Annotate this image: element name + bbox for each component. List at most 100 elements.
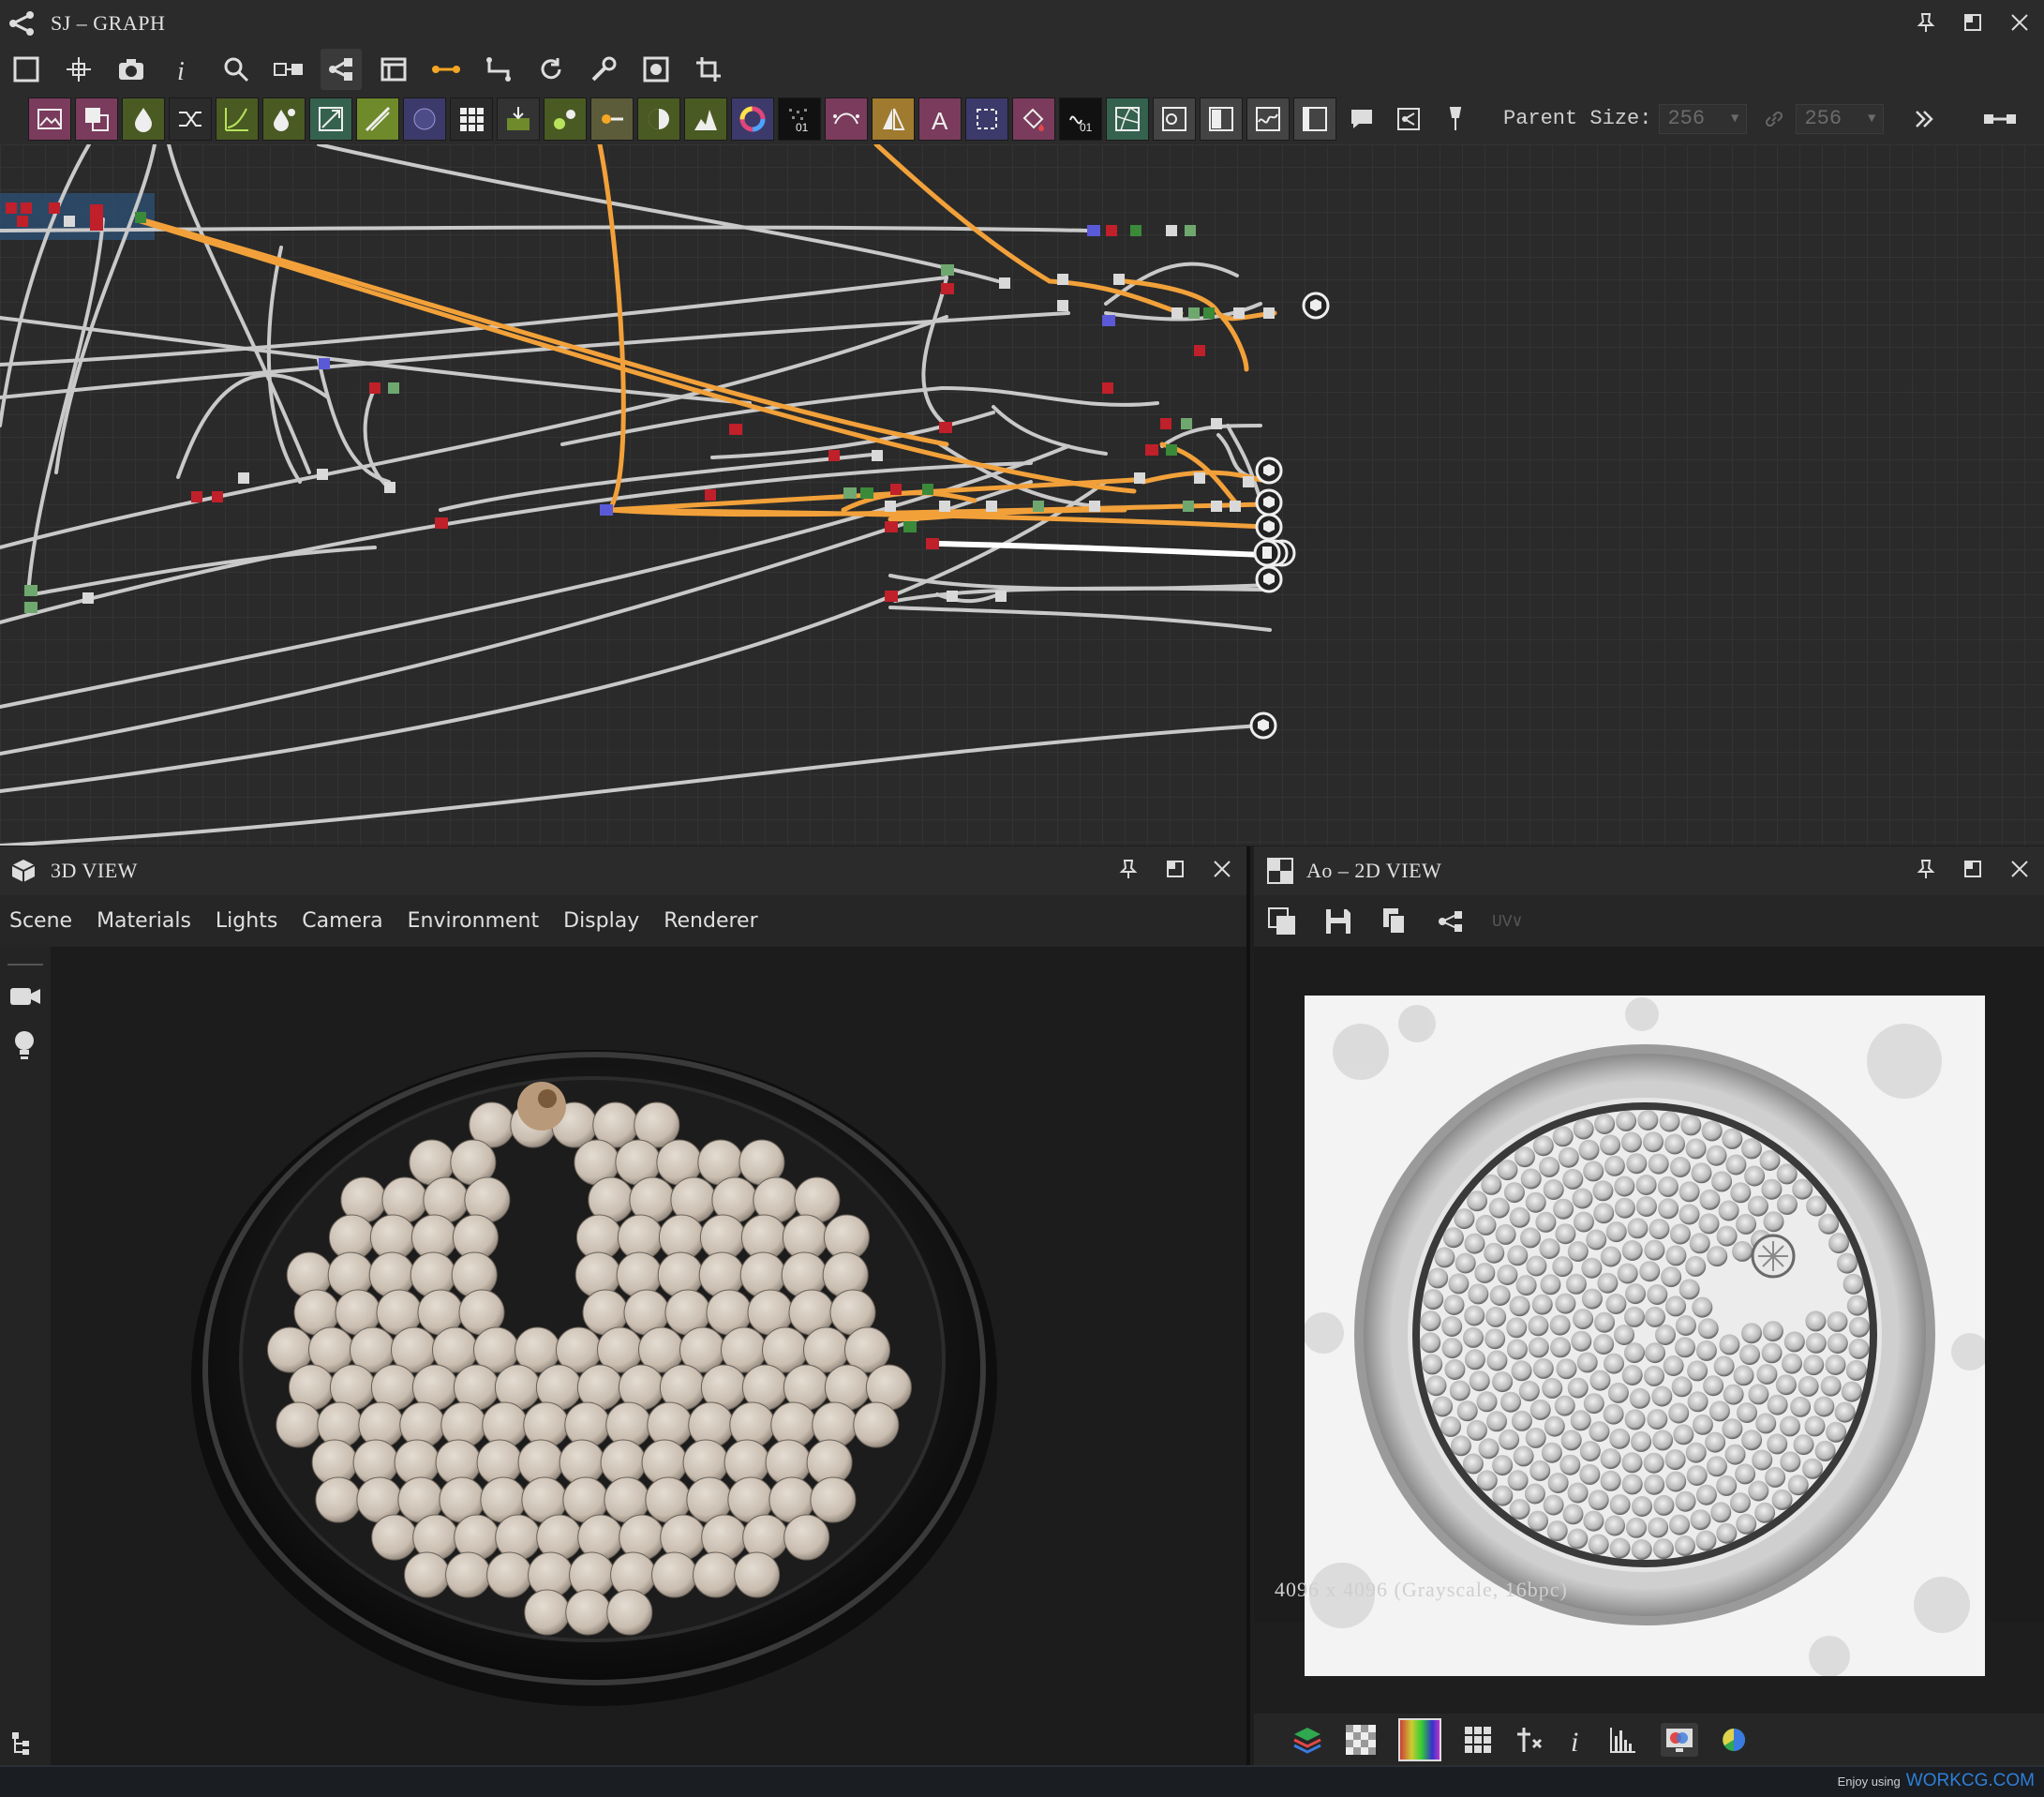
wrench-icon[interactable] <box>583 49 624 90</box>
bitmap-node-icon[interactable] <box>28 97 71 141</box>
ao-bun <box>1818 1213 1840 1235</box>
uv-dropdown-label: UV <box>1492 912 1513 932</box>
channel-icon[interactable] <box>1153 97 1196 141</box>
connector-icon[interactable] <box>425 49 467 90</box>
link-icon[interactable] <box>1764 109 1784 129</box>
info-icon[interactable]: i <box>1567 1725 1586 1755</box>
pick-tool-icon[interactable] <box>1514 1725 1544 1755</box>
info-icon[interactable]: i <box>163 49 204 90</box>
uv-dropdown[interactable]: UV∨ <box>1492 911 1522 932</box>
parent-size-height-select[interactable]: 256 ▼ <box>1796 103 1885 134</box>
overflow-chevron-icon[interactable] <box>1912 107 1936 131</box>
graph-link-icon[interactable] <box>1436 906 1466 936</box>
transform-icon[interactable] <box>965 97 1008 141</box>
shape-circle-icon[interactable] <box>403 97 446 141</box>
output-box-icon[interactable] <box>1293 97 1336 141</box>
shuffle-icon[interactable] <box>169 97 212 141</box>
histogram-icon[interactable] <box>1608 1725 1638 1755</box>
graph-view-icon[interactable] <box>321 49 362 90</box>
menu-renderer[interactable]: Renderer <box>664 909 757 933</box>
menu-scene[interactable]: Scene <box>9 909 72 933</box>
wave-icon[interactable] <box>1246 97 1290 141</box>
ao-bun <box>1549 1314 1571 1336</box>
color-wheel-icon[interactable] <box>731 97 774 141</box>
color-gradient-icon[interactable] <box>1398 1717 1441 1761</box>
bezier-icon[interactable] <box>825 97 868 141</box>
menu-lights[interactable]: Lights <box>216 909 277 933</box>
pipe-icon[interactable] <box>1981 107 2019 131</box>
tile-grid-icon[interactable] <box>1464 1726 1492 1754</box>
ao-bun <box>1567 1241 1589 1262</box>
blend-node-icon[interactable] <box>75 97 118 141</box>
hierarchy-icon[interactable] <box>9 1730 36 1756</box>
hue-drop-icon[interactable] <box>262 97 306 141</box>
ao-bun <box>1597 1272 1619 1294</box>
warp-icon[interactable] <box>309 97 352 141</box>
contrast-icon[interactable] <box>637 97 680 141</box>
slider-node-icon[interactable] <box>590 97 634 141</box>
close-icon[interactable] <box>1207 854 1237 884</box>
fill-bucket-icon[interactable] <box>1012 97 1055 141</box>
menu-camera[interactable]: Camera <box>302 909 382 933</box>
layers-icon[interactable] <box>1291 1724 1323 1756</box>
copy-icon[interactable] <box>1380 906 1410 936</box>
ao-bun <box>1655 1325 1676 1345</box>
splatter-icon[interactable] <box>544 97 587 141</box>
color-channels-icon[interactable] <box>1721 1727 1747 1753</box>
transparency-checker-icon[interactable] <box>1346 1724 1376 1755</box>
cells-icon[interactable] <box>1106 97 1149 141</box>
ao-bun <box>1678 1181 1700 1203</box>
ao-bun <box>1705 1431 1726 1453</box>
cube-icon <box>9 857 37 885</box>
refresh-icon[interactable] <box>530 49 572 90</box>
mirror-icon[interactable] <box>872 97 915 141</box>
pin-node-icon[interactable] <box>1434 97 1477 141</box>
preview-icon[interactable] <box>635 49 677 90</box>
levels-drop-icon[interactable] <box>122 97 165 141</box>
align-icon[interactable] <box>268 49 309 90</box>
ao-bun <box>1686 1465 1708 1486</box>
menu-materials[interactable]: Materials <box>97 909 191 933</box>
parent-size-width-select[interactable]: 256 ▼ <box>1659 103 1748 134</box>
value-icon[interactable]: 01 <box>1059 97 1102 141</box>
camera-icon[interactable] <box>111 49 152 90</box>
ao-bun <box>1614 1197 1635 1219</box>
ao-bun <box>1546 1520 1568 1542</box>
maximize-icon[interactable] <box>1160 854 1190 884</box>
close-icon[interactable] <box>2005 854 2035 884</box>
layout-icon[interactable] <box>373 49 414 90</box>
close-icon[interactable] <box>2005 7 2035 37</box>
comment-icon[interactable] <box>1340 97 1383 141</box>
import-icon[interactable] <box>497 97 540 141</box>
export-view-icon[interactable] <box>1267 906 1297 936</box>
fit-icon[interactable] <box>58 49 99 90</box>
3d-viewport[interactable] <box>51 947 1246 1765</box>
light-bulb-icon[interactable] <box>11 1029 37 1063</box>
maximize-icon[interactable] <box>1958 7 1988 37</box>
ao-bun <box>1455 1252 1476 1274</box>
text-icon[interactable]: A <box>918 97 962 141</box>
gradient-ramp-icon[interactable] <box>356 97 399 141</box>
frame-node-icon[interactable] <box>1387 97 1430 141</box>
video-camera-icon[interactable] <box>9 984 41 1009</box>
menu-environment[interactable]: Environment <box>408 909 539 933</box>
chevron-down-icon: ▼ <box>1868 111 1876 127</box>
frame-icon[interactable] <box>6 49 47 90</box>
save-icon[interactable] <box>1323 906 1353 936</box>
search-icon[interactable] <box>216 49 257 90</box>
node-graph-canvas[interactable] <box>0 144 2044 846</box>
crop-icon[interactable] <box>688 49 729 90</box>
pin-icon[interactable] <box>1113 854 1143 884</box>
pin-icon[interactable] <box>1911 854 1941 884</box>
color-display-icon[interactable] <box>1661 1722 1698 1757</box>
path-icon[interactable] <box>478 49 519 90</box>
gradient-box-icon[interactable] <box>1200 97 1243 141</box>
maximize-icon[interactable] <box>1958 854 1988 884</box>
2d-canvas[interactable] <box>1254 947 2044 1676</box>
menu-display[interactable]: Display <box>563 909 639 933</box>
pin-icon[interactable] <box>1911 7 1941 37</box>
noise-icon[interactable]: 01 <box>778 97 821 141</box>
tile-grid-icon[interactable] <box>450 97 493 141</box>
histogram-icon[interactable] <box>684 97 727 141</box>
curve-icon[interactable] <box>216 97 259 141</box>
